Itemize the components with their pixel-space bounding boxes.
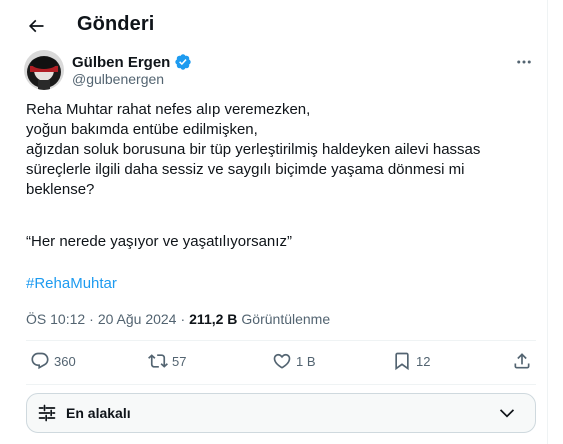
reply-button[interactable]: 360 — [30, 351, 76, 371]
tweet-date[interactable]: 20 Ağu 2024 — [98, 311, 177, 327]
repost-count: 57 — [172, 353, 187, 369]
meta-separator: · — [180, 311, 186, 327]
share-button[interactable] — [512, 351, 532, 371]
tweet-line: ağızdan soluk borusuna bir tüp yerleştir… — [26, 141, 481, 158]
verified-badge-icon — [175, 54, 192, 70]
scrollbar[interactable] — [552, 0, 563, 444]
bookmark-button[interactable]: 12 — [392, 351, 430, 371]
heart-icon — [273, 353, 291, 369]
chevron-down-icon — [499, 409, 515, 418]
reply-count: 360 — [54, 353, 76, 369]
back-button[interactable] — [22, 12, 50, 40]
hashtag-link[interactable]: #RehaMuhtar — [26, 274, 117, 294]
views-label: Görüntülenme — [241, 311, 331, 327]
tweet-quote: “Her nerede yaşıyor ve yaşatılıyorsanız” — [26, 233, 292, 250]
repost-icon — [148, 354, 168, 368]
reply-icon — [31, 352, 49, 370]
tweet-line: Reha Muhtar rahat nefes alıp veremezken, — [26, 101, 311, 118]
avatar[interactable] — [24, 50, 64, 90]
sliders-icon — [38, 404, 56, 422]
bookmark-icon — [395, 352, 409, 371]
page-header: Gönderi — [0, 0, 548, 52]
bookmark-count: 12 — [416, 353, 431, 369]
sort-label: En alakalı — [66, 405, 131, 421]
reply-sort-dropdown[interactable]: En alakalı — [26, 393, 536, 433]
author-handle[interactable]: @gulbenergen — [72, 71, 164, 87]
more-horizontal-icon — [517, 60, 531, 64]
tweet-line: süreçlerle ilgili daha sessiz ve saygılı… — [26, 161, 465, 178]
meta-separator: · — [89, 311, 94, 327]
repost-button[interactable]: 57 — [148, 351, 186, 371]
tweet-meta: ÖS 10:12 · 20 Ağu 2024 · 211,2 B Görüntü… — [26, 311, 330, 327]
tweet-line: yoğun bakımda entübe edilmişken, — [26, 121, 258, 138]
author-name[interactable]: Gülben Ergen — [72, 53, 192, 71]
like-count: 1 B — [296, 353, 316, 369]
more-options-button[interactable] — [512, 52, 536, 72]
tweet-time[interactable]: ÖS 10:12 — [26, 311, 85, 327]
divider — [26, 384, 536, 385]
tweet-line: beklense? — [26, 181, 95, 198]
author-name-text: Gülben Ergen — [72, 53, 171, 71]
divider — [26, 340, 536, 341]
share-icon — [514, 353, 530, 369]
views-count: 211,2 B — [189, 311, 238, 327]
arrow-left-icon — [28, 19, 44, 33]
post-column: Gönderi Gülben Ergen @gulbenergen Reha M… — [0, 0, 548, 444]
page-title: Gönderi — [77, 13, 155, 35]
tweet-text: Reha Muhtar rahat nefes alıp veremezken,… — [26, 100, 526, 200]
action-bar: 360 57 1 B 12 — [26, 349, 536, 379]
like-button[interactable]: 1 B — [272, 351, 316, 371]
